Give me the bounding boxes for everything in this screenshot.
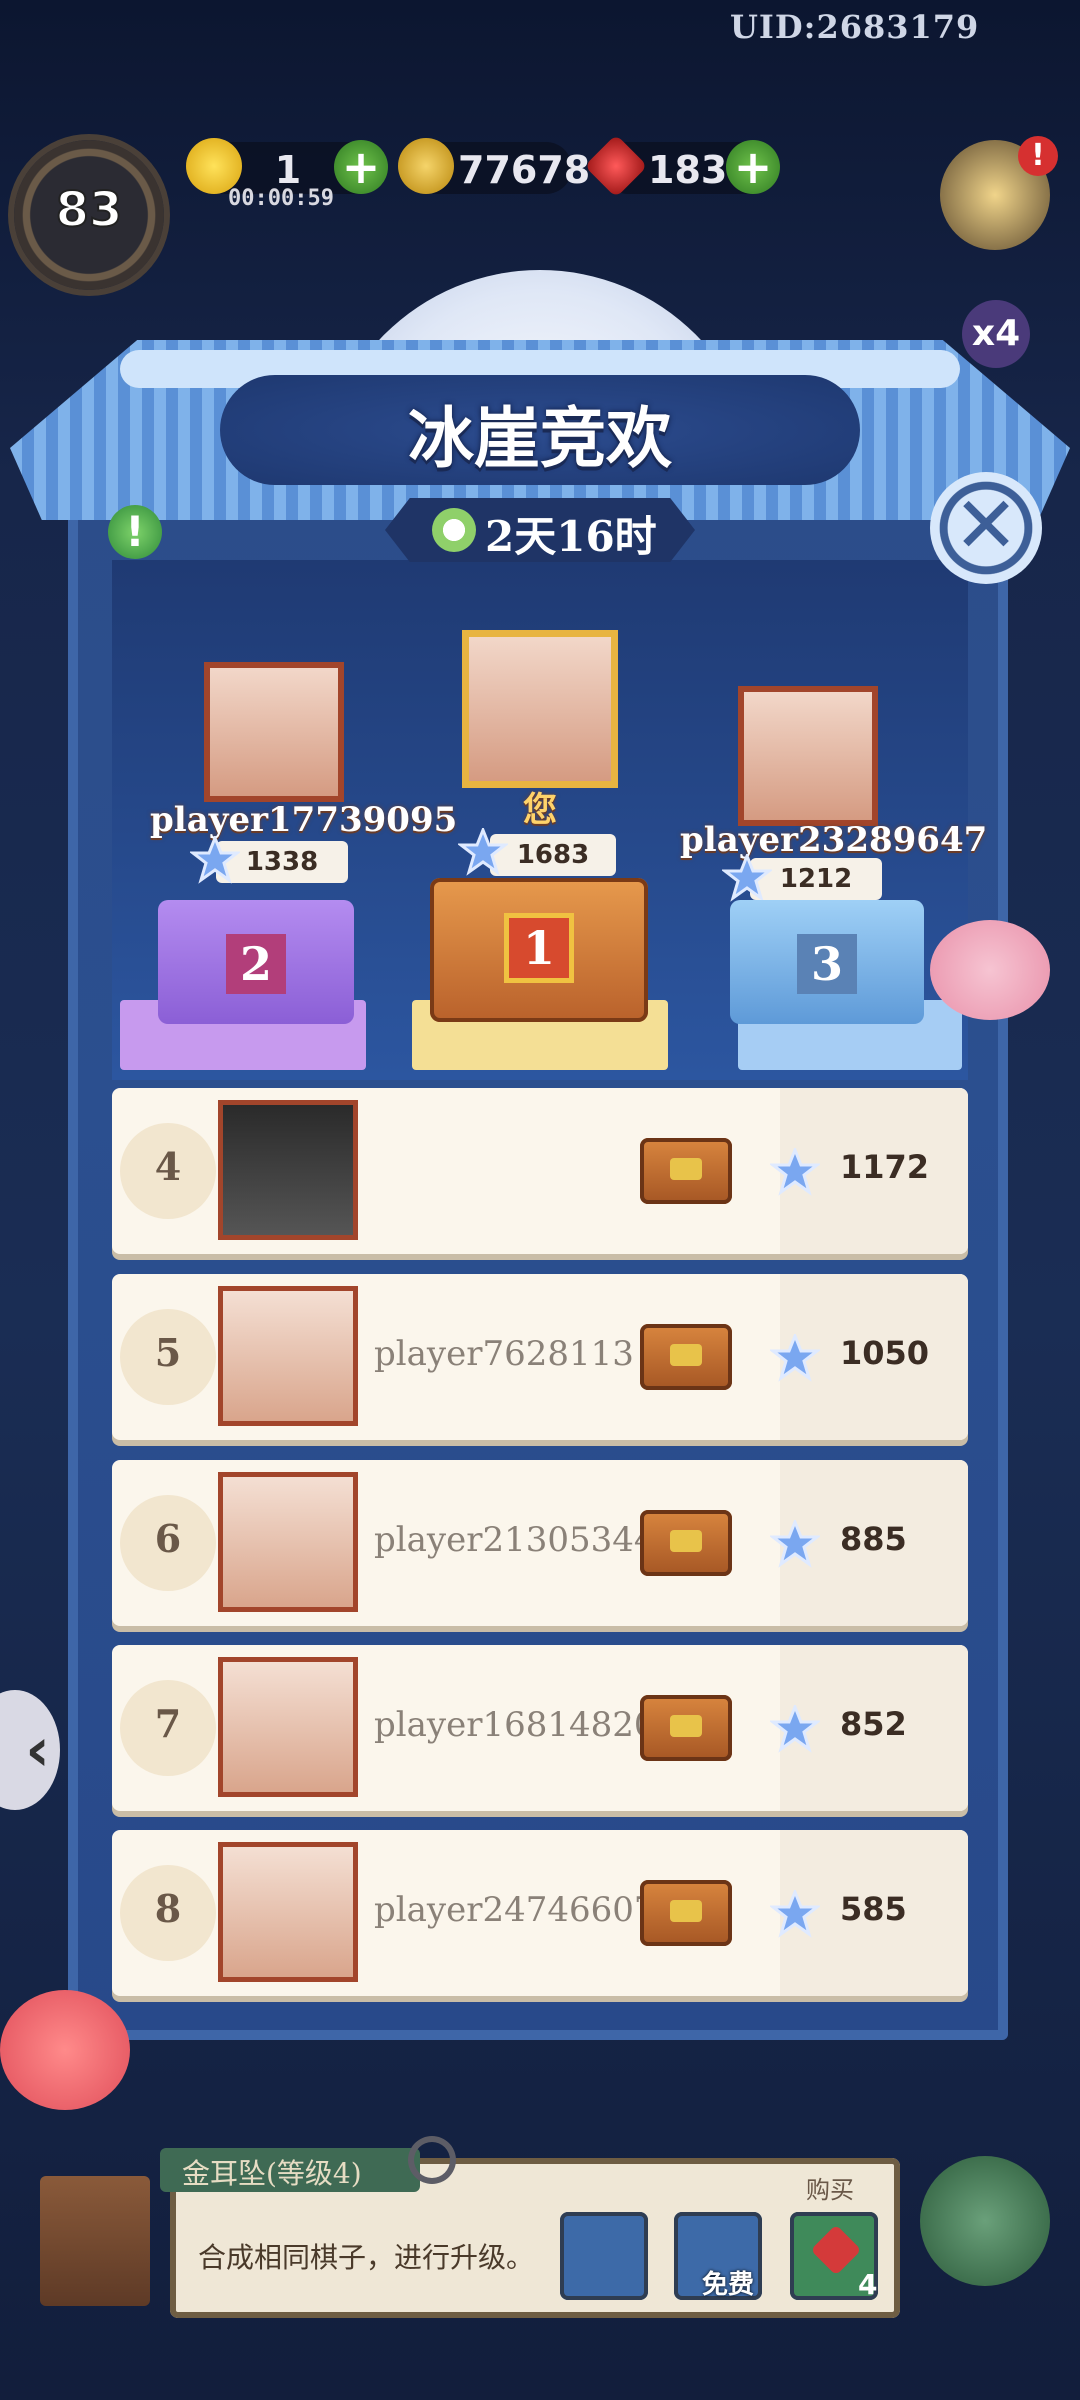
event-time-left: 2天16时	[485, 512, 657, 561]
alert-badge: !	[1018, 136, 1058, 176]
row-rank: 5	[154, 1330, 182, 1375]
coin-counter: 77678	[398, 138, 591, 194]
player-score: 1172	[840, 1148, 930, 1186]
podium-2-avatar[interactable]	[204, 662, 344, 802]
gem-counter: 183 +	[584, 134, 780, 198]
star-icon	[458, 828, 508, 876]
energy-timer: 00:00:59	[228, 186, 334, 211]
timer-icon	[432, 508, 476, 552]
info-button[interactable]: !	[108, 505, 162, 559]
player-name: player21305344	[374, 1520, 656, 1560]
player-avatar[interactable]	[218, 1286, 358, 1426]
magnifier-icon[interactable]	[408, 2136, 456, 2184]
item-name-tag: 金耳坠(等级4)	[160, 2148, 420, 2192]
score-cell: 885	[770, 1460, 968, 1626]
player-avatar[interactable]	[218, 1472, 358, 1612]
podium-3-name: player23289647	[680, 820, 988, 860]
podium-1-rank: 1	[509, 918, 569, 978]
player-avatar[interactable]	[218, 1100, 358, 1240]
player-avatar[interactable]	[218, 1657, 358, 1797]
player-score: 885	[840, 1520, 907, 1558]
cabinet-icon[interactable]	[40, 2176, 150, 2306]
uid-label: UID:2683179	[730, 8, 980, 46]
item-name: 金耳坠(等级4)	[182, 2157, 362, 2190]
player-score: 852	[840, 1705, 907, 1743]
add-gems-button[interactable]: +	[726, 140, 780, 194]
star-icon	[770, 1520, 820, 1568]
multiplier-badge[interactable]: x4	[962, 300, 1030, 368]
podium-1-score: 1683	[490, 834, 616, 876]
buy-label: 购买	[806, 2176, 854, 2204]
podium-1-name: 您	[523, 790, 557, 830]
reward-chest-icon[interactable]	[640, 1695, 732, 1761]
podium-1-chest[interactable]: 1	[430, 878, 648, 1022]
score-cell: 1172	[770, 1088, 968, 1254]
free-label: 免费	[702, 2270, 755, 2300]
player-avatar[interactable]	[218, 1842, 358, 1982]
podium-2-name: player17739095	[150, 800, 458, 840]
reward-chest-icon[interactable]	[640, 1510, 732, 1576]
score-cell: 1050	[770, 1274, 968, 1440]
player-score: 585	[840, 1890, 907, 1928]
ruby-icon	[584, 134, 648, 198]
pavilion-icon[interactable]	[920, 2156, 1050, 2286]
player-score: 1050	[840, 1334, 930, 1372]
coin-value: 77678	[458, 148, 591, 192]
mascot-icon[interactable]	[0, 1990, 130, 2110]
row-rank: 6	[154, 1516, 182, 1561]
star-icon	[190, 836, 240, 884]
reward-chest-icon[interactable]	[640, 1138, 732, 1204]
player-name: player24746607	[374, 1890, 656, 1930]
row-rank: 4	[154, 1144, 182, 1189]
star-icon	[770, 1705, 820, 1753]
leaderboard-row[interactable]: 8 player24746607 585	[112, 1830, 968, 1996]
star-icon	[770, 1334, 820, 1382]
inspect-button[interactable]	[560, 2212, 648, 2300]
player-level: 83	[55, 181, 124, 239]
podium-2-rank: 2	[226, 934, 286, 994]
event-title: 冰崖竞欢	[408, 399, 672, 477]
add-energy-button[interactable]: +	[334, 140, 388, 194]
player-level-badge[interactable]: 83	[14, 140, 164, 290]
item-hint: 合成相同棋子，进行升级。	[198, 2241, 535, 2274]
podium-3-avatar[interactable]	[738, 686, 878, 826]
star-icon	[722, 854, 772, 902]
score-cell: 852	[770, 1645, 968, 1811]
leaderboard-row[interactable]: 6 player21305344 885	[112, 1460, 968, 1626]
gem-value: 183	[648, 148, 728, 192]
row-rank: 8	[154, 1886, 182, 1931]
star-icon	[770, 1890, 820, 1938]
leaderboard-row[interactable]: 7 player16814820 852	[112, 1645, 968, 1811]
player-name: player7628113	[374, 1334, 634, 1374]
podium-2-chest[interactable]: 2	[158, 900, 354, 1024]
star-icon	[770, 1148, 820, 1196]
back-arrow-button[interactable]: ‹	[0, 1690, 60, 1810]
coin-icon	[398, 138, 454, 194]
podium-3-rank: 3	[797, 934, 857, 994]
sakura-tree-decoration	[930, 920, 1050, 1020]
reward-chest-icon[interactable]	[640, 1324, 732, 1390]
podium-3-chest[interactable]: 3	[730, 900, 924, 1024]
close-button[interactable]: ✕	[930, 472, 1042, 584]
reward-chest-icon[interactable]	[640, 1880, 732, 1946]
leaderboard-row[interactable]: 5 player7628113 1050	[112, 1274, 968, 1440]
podium-1-avatar[interactable]	[462, 630, 618, 788]
buy-cost: 4	[858, 2268, 878, 2301]
score-cell: 585	[770, 1830, 968, 1996]
row-rank: 7	[154, 1701, 182, 1746]
leaderboard-row[interactable]: 4 1172	[112, 1088, 968, 1254]
player-name: player16814820	[374, 1705, 656, 1745]
